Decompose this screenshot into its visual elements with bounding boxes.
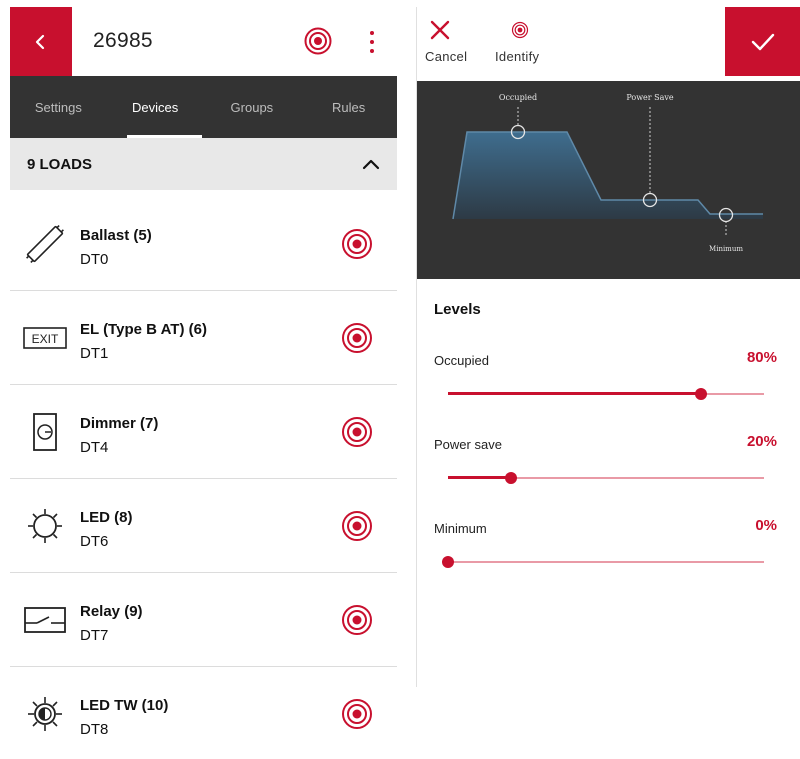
device-type: DT1 bbox=[80, 345, 109, 362]
target-icon bbox=[304, 27, 332, 55]
led-tw-icon bbox=[28, 697, 62, 731]
device-list: Ballast (5) DT0 EXIT EL (Type B AT) (6) … bbox=[10, 197, 397, 759]
kebab-dot bbox=[370, 49, 374, 53]
target-icon[interactable] bbox=[340, 509, 374, 543]
level-profile-graph: Occupied Power Save Minimum bbox=[417, 81, 800, 279]
target-icon[interactable] bbox=[340, 227, 374, 261]
cancel-label: Cancel bbox=[425, 49, 468, 64]
target-icon[interactable] bbox=[340, 321, 374, 355]
cancel-button[interactable]: Cancel bbox=[425, 19, 479, 69]
level-value: 20% bbox=[746, 433, 777, 450]
led-icon bbox=[28, 509, 62, 543]
slider-thumb[interactable] bbox=[694, 388, 707, 400]
tab-settings[interactable]: Settings bbox=[10, 76, 107, 138]
device-type: DT8 bbox=[80, 721, 109, 738]
level-label: Occupied bbox=[434, 353, 489, 368]
slider-track bbox=[448, 561, 764, 563]
level-power-save: Power save 20% bbox=[417, 433, 800, 517]
level-minimum: Minimum 0% bbox=[417, 517, 800, 601]
page-title: 26985 bbox=[93, 29, 153, 52]
device-name: LED TW (10) bbox=[80, 697, 169, 714]
power-save-graph-label: Power Save bbox=[626, 93, 674, 102]
exit-sign-icon: EXIT bbox=[23, 327, 67, 349]
device-name: Dimmer (7) bbox=[80, 415, 159, 432]
identify-button[interactable]: Identify bbox=[493, 19, 553, 69]
slider-thumb[interactable] bbox=[442, 556, 454, 568]
device-name: EL (Type B AT) (6) bbox=[80, 321, 207, 338]
list-item[interactable]: EXIT EL (Type B AT) (6) DT1 bbox=[10, 291, 397, 385]
level-profile-diagram: Occupied Power Save Minimum bbox=[452, 93, 763, 253]
tab-bar: Settings Devices Groups Rules bbox=[10, 76, 397, 138]
minimum-slider[interactable] bbox=[442, 555, 764, 569]
kebab-dot bbox=[370, 31, 374, 35]
close-icon bbox=[430, 20, 450, 40]
level-label: Power save bbox=[434, 437, 502, 452]
list-item[interactable]: Relay (9) DT7 bbox=[10, 573, 397, 667]
device-type: DT0 bbox=[80, 251, 109, 268]
identify-button[interactable] bbox=[303, 26, 333, 56]
tab-groups[interactable]: Groups bbox=[204, 76, 301, 138]
target-icon[interactable] bbox=[340, 603, 374, 637]
device-type: DT7 bbox=[80, 627, 109, 644]
chevron-left-icon bbox=[35, 34, 45, 49]
back-button[interactable] bbox=[10, 7, 72, 76]
level-label: Minimum bbox=[434, 521, 487, 536]
level-value: 80% bbox=[746, 349, 777, 366]
top-bar: 26985 bbox=[10, 7, 397, 76]
device-type: DT4 bbox=[80, 439, 109, 456]
level-value: 0% bbox=[755, 517, 777, 534]
ballast-icon bbox=[26, 225, 64, 263]
relay-icon bbox=[24, 607, 66, 633]
target-icon[interactable] bbox=[340, 415, 374, 449]
slider-fill bbox=[448, 392, 701, 395]
device-type: DT6 bbox=[80, 533, 109, 550]
slider-thumb[interactable] bbox=[505, 472, 518, 484]
checkmark-icon bbox=[751, 33, 775, 50]
tab-devices[interactable]: Devices bbox=[107, 76, 204, 138]
loads-section-header[interactable]: 9 LOADS bbox=[10, 138, 397, 190]
level-profile-area bbox=[453, 132, 763, 219]
occupied-graph-label: Occupied bbox=[499, 93, 537, 102]
kebab-dot bbox=[370, 40, 374, 44]
device-name: Ballast (5) bbox=[80, 227, 152, 244]
occupied-slider[interactable] bbox=[448, 387, 764, 401]
levels-toolbar: Cancel Identify bbox=[417, 7, 800, 76]
tab-rules[interactable]: Rules bbox=[300, 76, 397, 138]
levels-title: Levels bbox=[434, 301, 481, 318]
dimmer-icon bbox=[33, 413, 57, 451]
collapse-button[interactable] bbox=[359, 152, 383, 176]
level-occupied: Occupied 80% bbox=[417, 349, 800, 433]
minimum-graph-label: Minimum bbox=[709, 245, 743, 253]
identify-label: Identify bbox=[495, 49, 540, 64]
exit-sign-text: EXIT bbox=[32, 332, 59, 346]
list-item[interactable]: Ballast (5) DT0 bbox=[10, 197, 397, 291]
target-icon[interactable] bbox=[340, 697, 374, 731]
confirm-button[interactable] bbox=[725, 7, 800, 76]
levels-panel: Cancel Identify Occupied Power Save Mini… bbox=[416, 7, 800, 687]
device-panel: 26985 Settings Devices Groups Rules 9 LO… bbox=[10, 7, 397, 759]
loads-count-label: 9 LOADS bbox=[27, 155, 93, 173]
power-save-slider[interactable] bbox=[448, 471, 764, 485]
list-item[interactable]: LED (8) DT6 bbox=[10, 479, 397, 573]
chevron-up-icon bbox=[362, 159, 380, 170]
device-name: LED (8) bbox=[80, 509, 133, 526]
list-item[interactable]: Dimmer (7) DT4 bbox=[10, 385, 397, 479]
target-icon bbox=[511, 21, 529, 39]
list-item[interactable]: LED TW (10) DT8 bbox=[10, 667, 397, 759]
slider-fill bbox=[448, 476, 512, 479]
device-name: Relay (9) bbox=[80, 603, 143, 620]
more-options-button[interactable] bbox=[360, 25, 384, 59]
